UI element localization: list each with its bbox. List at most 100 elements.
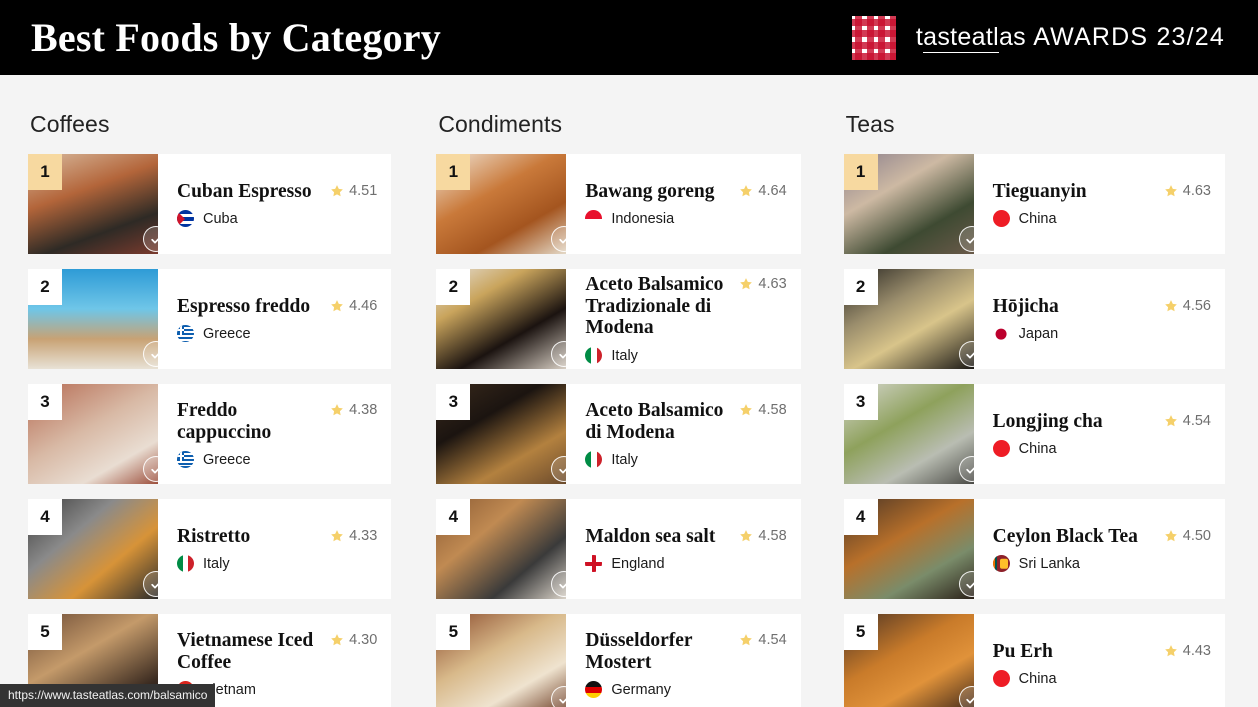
food-card[interactable]: 4 Maldon sea salt 4.58 England xyxy=(436,499,801,599)
food-name[interactable]: Espresso freddo xyxy=(177,296,310,318)
country-row[interactable]: China xyxy=(992,440,1211,458)
food-card[interactable]: 2 Espresso freddo 4.46 Greece xyxy=(28,269,392,369)
food-card[interactable]: 3 Aceto Balsamico di Modena 4.58 Italy xyxy=(436,384,801,484)
food-thumbnail-wrap[interactable]: 4 xyxy=(436,499,578,599)
food-name[interactable]: Hōjicha xyxy=(993,296,1059,318)
rating: 4.43 xyxy=(1164,641,1211,659)
food-name[interactable]: Ceylon Black Tea xyxy=(993,526,1138,548)
star-icon xyxy=(1164,414,1178,428)
food-name[interactable]: Vietnamese Iced Coffee xyxy=(177,630,322,674)
country-row[interactable]: Japan xyxy=(992,325,1211,343)
verified-check-icon xyxy=(143,571,169,597)
verified-check-icon xyxy=(551,686,578,707)
food-card[interactable]: 5 Pu Erh 4.43 China xyxy=(843,614,1225,707)
food-thumbnail-wrap[interactable]: 2 xyxy=(843,269,985,369)
star-icon xyxy=(330,529,344,543)
country-row[interactable]: Sri Lanka xyxy=(992,555,1211,573)
rank-badge: 3 xyxy=(436,384,471,420)
food-thumbnail-wrap[interactable]: 3 xyxy=(843,384,985,484)
category-title: Teas xyxy=(845,111,895,137)
food-name[interactable]: Longjing cha xyxy=(993,411,1103,433)
country-name: Cuba xyxy=(203,210,238,227)
country-row[interactable]: Italy xyxy=(585,347,786,365)
food-card-body: Freddo cappuccino 4.38 Greece xyxy=(158,384,391,484)
food-card-body: Espresso freddo 4.46 Greece xyxy=(158,269,391,369)
rank-badge: 2 xyxy=(436,269,471,305)
rating-value: 4.50 xyxy=(1182,527,1211,544)
food-name-row: Cuban Espresso 4.51 xyxy=(177,181,377,203)
food-name[interactable]: Freddo cappuccino xyxy=(177,400,322,444)
food-card[interactable]: 2 Aceto Balsamico Tradizionale di Modena 4… xyxy=(436,269,801,369)
rating-value: 4.43 xyxy=(1182,642,1211,659)
star-icon xyxy=(1164,299,1178,313)
food-thumbnail-wrap[interactable]: 1 xyxy=(843,154,985,254)
food-name[interactable]: Maldon sea salt xyxy=(585,526,715,548)
rating-value: 4.56 xyxy=(1182,297,1211,314)
country-row[interactable]: Greece xyxy=(177,451,377,469)
food-name[interactable]: Düsseldorfer Mostert xyxy=(585,630,731,674)
food-name[interactable]: Tieguanyin xyxy=(993,181,1087,203)
star-icon xyxy=(330,184,344,198)
rank-badge: 5 xyxy=(843,614,878,650)
food-thumbnail-wrap[interactable]: 2 xyxy=(436,269,578,369)
rating: 4.54 xyxy=(1164,411,1211,429)
food-thumbnail-wrap[interactable]: 5 xyxy=(436,614,578,707)
flag-icon-cuba xyxy=(177,210,194,228)
category-title: Condiments xyxy=(438,111,563,137)
country-row[interactable]: Cuba xyxy=(177,210,377,228)
rank-badge: 1 xyxy=(843,154,878,190)
food-thumbnail-wrap[interactable]: 5 xyxy=(843,614,985,707)
rank-badge: 5 xyxy=(28,614,62,650)
rating-value: 4.58 xyxy=(758,401,787,418)
star-icon xyxy=(1164,644,1178,658)
country-row[interactable]: England xyxy=(585,555,786,573)
verified-check-icon xyxy=(143,226,169,252)
food-card[interactable]: 2 Hōjicha 4.56 Japan xyxy=(843,269,1225,369)
rank-badge: 1 xyxy=(436,154,471,190)
food-thumbnail-wrap[interactable]: 4 xyxy=(843,499,985,599)
food-card[interactable]: 1 Bawang goreng 4.64 Indonesia xyxy=(436,154,801,254)
country-row[interactable]: Indonesia xyxy=(585,210,786,228)
page-title: Best Foods by Category xyxy=(31,14,441,60)
food-name[interactable]: Aceto Balsamico di Modena xyxy=(585,400,731,444)
rating-value: 4.33 xyxy=(349,527,378,544)
rating: 4.30 xyxy=(330,630,377,648)
food-name[interactable]: Aceto Balsamico Tradizionale di Modena xyxy=(585,274,731,339)
food-name-row: Vietnamese Iced Coffee 4.30 xyxy=(177,630,377,674)
food-card[interactable]: 3 Longjing cha 4.54 China xyxy=(843,384,1225,484)
food-thumbnail-wrap[interactable]: 1 xyxy=(436,154,578,254)
brand-awards-label: AWARDS 23/24 xyxy=(1033,23,1225,51)
food-thumbnail-wrap[interactable]: 2 xyxy=(28,269,169,369)
food-card[interactable]: 5 Düsseldorfer Mostert 4.54 Germany xyxy=(436,614,801,707)
rank-badge: 5 xyxy=(436,614,471,650)
country-row[interactable]: China xyxy=(992,670,1211,688)
food-card[interactable]: 3 Freddo cappuccino 4.38 Greece xyxy=(28,384,392,484)
country-row[interactable]: Italy xyxy=(177,555,377,573)
food-card[interactable]: 1 Cuban Espresso 4.51 Cuba xyxy=(28,154,392,254)
flag-icon-italy xyxy=(177,555,194,573)
brand-logo[interactable]: tasteatlas AWARDS 23/24 xyxy=(851,15,1225,60)
food-card[interactable]: 4 Ristretto 4.33 Italy xyxy=(28,499,392,599)
food-card[interactable]: 1 Tieguanyin 4.63 China xyxy=(843,154,1225,254)
country-row[interactable]: Germany xyxy=(585,681,786,699)
country-row[interactable]: China xyxy=(992,210,1211,228)
rating: 4.51 xyxy=(330,181,377,199)
food-card-body: Tieguanyin 4.63 China xyxy=(974,154,1225,254)
food-name[interactable]: Cuban Espresso xyxy=(177,181,312,203)
food-thumbnail-wrap[interactable]: 1 xyxy=(28,154,169,254)
country-row[interactable]: Greece xyxy=(177,325,377,343)
rating: 4.46 xyxy=(330,296,377,314)
rating: 4.63 xyxy=(1164,181,1211,199)
country-name: China xyxy=(1018,440,1057,457)
food-thumbnail-wrap[interactable]: 3 xyxy=(436,384,578,484)
food-card[interactable]: 4 Ceylon Black Tea 4.50 Sri Lanka xyxy=(843,499,1225,599)
star-icon xyxy=(330,633,344,647)
food-name[interactable]: Pu Erh xyxy=(993,641,1053,663)
food-name[interactable]: Bawang goreng xyxy=(585,181,714,203)
food-thumbnail-wrap[interactable]: 4 xyxy=(28,499,169,599)
food-name-row: Ceylon Black Tea 4.50 xyxy=(993,526,1211,548)
food-thumbnail-wrap[interactable]: 3 xyxy=(28,384,169,484)
country-row[interactable]: Italy xyxy=(585,451,786,469)
brand-name: tasteatlas xyxy=(915,23,1026,53)
food-name[interactable]: Ristretto xyxy=(177,526,250,548)
